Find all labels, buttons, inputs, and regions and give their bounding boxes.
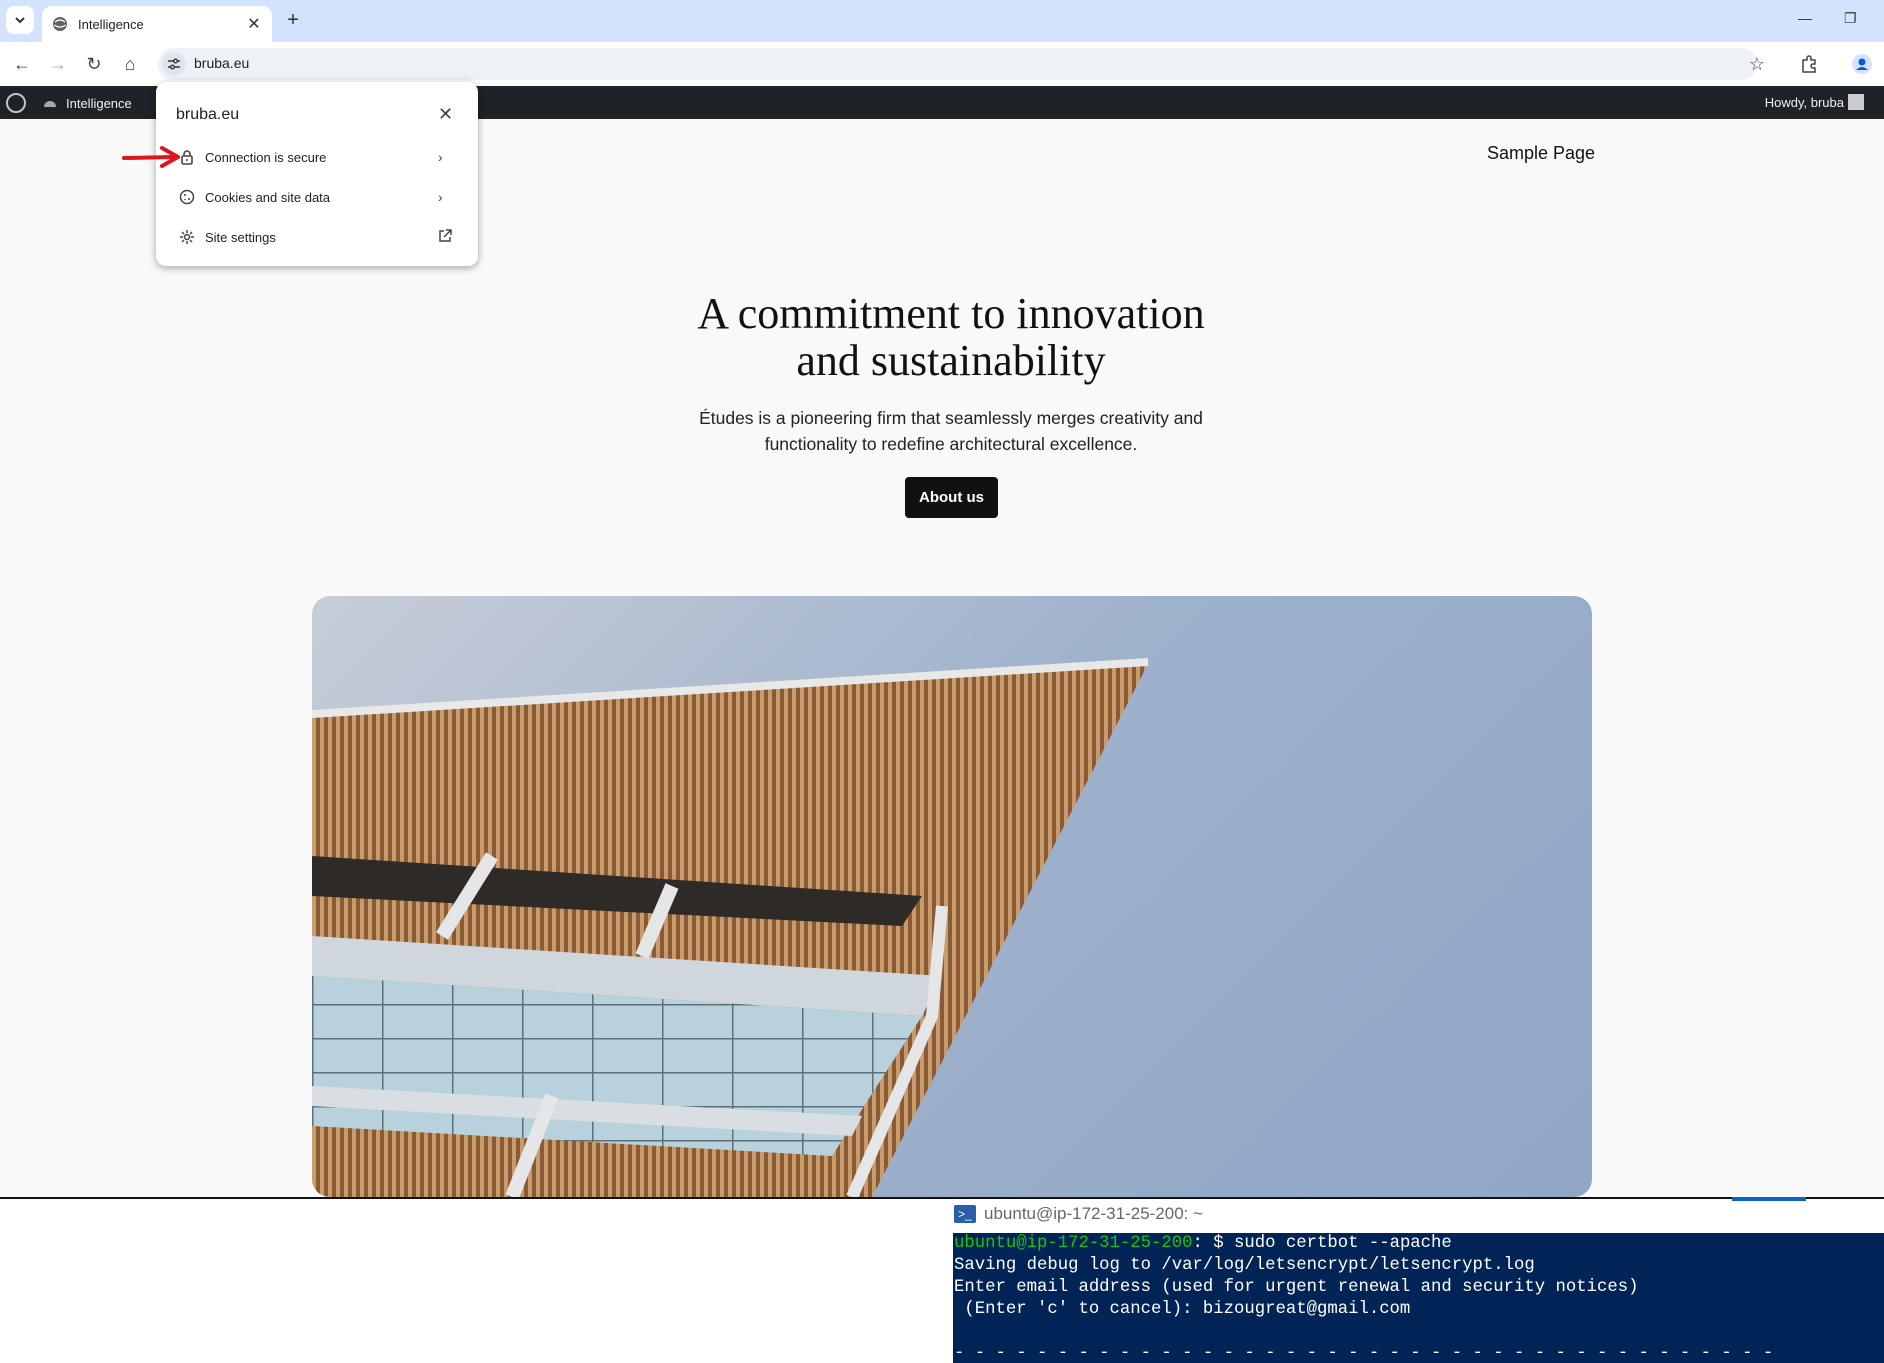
screen: Intelligence ✕ + — ❐ ← → ↻ ⌂ bruba.eu ☆ …: [0, 0, 1884, 1363]
terminal-prompt-user: ubuntu@ip-172-31-25-200: [954, 1234, 1193, 1253]
new-tab-button[interactable]: +: [283, 10, 303, 30]
hero-building-image: [312, 596, 1592, 1197]
profile-icon[interactable]: [1850, 52, 1874, 76]
tab-search-button[interactable]: [6, 6, 34, 34]
home-icon[interactable]: ⌂: [118, 52, 142, 76]
back-icon[interactable]: ←: [10, 52, 34, 76]
globe-icon: [53, 17, 67, 31]
browser-toolbar: ← → ↻ ⌂ bruba.eu ☆: [0, 42, 1884, 86]
bookmark-star-icon[interactable]: ☆: [1745, 52, 1769, 76]
reload-icon[interactable]: ↻: [82, 52, 106, 76]
cookies-label: Cookies and site data: [205, 189, 331, 205]
tab-close-icon[interactable]: ✕: [246, 14, 262, 34]
connection-secure-label: Connection is secure: [205, 149, 327, 165]
tab-title: Intelligence: [78, 16, 144, 32]
url-text[interactable]: bruba.eu: [194, 55, 249, 71]
terminal-titlebar[interactable]: >_ ubuntu@ip-172-31-25-200: ~: [954, 1204, 1203, 1224]
site-settings-item[interactable]: Site settings: [156, 218, 478, 256]
avatar-icon: [1852, 54, 1872, 74]
site-settings-label: Site settings: [205, 229, 276, 245]
cookie-icon: [178, 188, 196, 206]
terminal-line-1: ubuntu@ip-172-31-25-200: $ sudo certbot …: [954, 1233, 1883, 1255]
wordpress-logo-icon[interactable]: [6, 93, 26, 113]
chevron-down-icon: [15, 17, 25, 24]
admin-bar-site[interactable]: Intelligence: [42, 95, 132, 111]
hero-title: A commitment to innovation and sustainab…: [600, 290, 1302, 384]
tab-intelligence[interactable]: Intelligence ✕: [42, 6, 272, 42]
dashboard-icon: [44, 101, 56, 107]
admin-bar-site-name: Intelligence: [66, 95, 132, 111]
hero-sub-line2: functionality to redefine architectural …: [764, 434, 1138, 454]
chevron-right-icon: ›: [438, 149, 443, 165]
powershell-icon: >_: [954, 1205, 976, 1223]
annotation-arrow-icon: [122, 146, 180, 168]
address-bar[interactable]: bruba.eu: [158, 48, 1758, 80]
cookies-item[interactable]: Cookies and site data ›: [156, 178, 478, 216]
connection-secure-item[interactable]: Connection is secure ›: [156, 138, 478, 176]
hero-sub-line1: Études is a pioneering firm that seamles…: [699, 408, 1203, 428]
admin-bar-greeting[interactable]: Howdy, bruba: [1765, 95, 1844, 110]
puzzle-icon: [1802, 55, 1816, 73]
terminal-line-4: (Enter 'c' to cancel): bizougreat@gmail.…: [954, 1300, 1411, 1319]
minimize-button[interactable]: —: [1798, 10, 1812, 26]
terminal-output[interactable]: ubuntu@ip-172-31-25-200: $ sudo certbot …: [953, 1233, 1884, 1363]
tab-strip: Intelligence ✕ + — ❐: [0, 0, 1884, 42]
site-info-popup: bruba.eu ✕ Connection is secure › Cookie…: [156, 82, 478, 266]
extensions-icon[interactable]: [1797, 52, 1821, 76]
building-illustration: [312, 658, 1149, 1197]
restore-button[interactable]: ❐: [1844, 10, 1857, 27]
gear-icon: [178, 228, 196, 246]
terminal-line-6: - - - - - - - - - - - - - - - - - - - - …: [954, 1344, 1774, 1363]
admin-avatar[interactable]: [1848, 94, 1864, 110]
nav-sample-page[interactable]: Sample Page: [1487, 143, 1595, 164]
site-info-icon[interactable]: [162, 52, 186, 76]
open-external-icon: [438, 228, 452, 246]
hero-title-line1: A commitment to innovation: [697, 289, 1205, 338]
forward-icon[interactable]: →: [46, 52, 70, 76]
popup-domain: bruba.eu: [176, 106, 240, 123]
terminal-line-2: Saving debug log to /var/log/letsencrypt…: [954, 1256, 1535, 1275]
about-us-button[interactable]: About us: [905, 477, 998, 518]
chevron-right-icon: ›: [438, 189, 443, 205]
hero-subtitle: Études is a pioneering firm that seamles…: [640, 405, 1262, 457]
tune-icon: [168, 58, 180, 70]
terminal-line-3: Enter email address (used for urgent ren…: [954, 1278, 1639, 1297]
taskbar-indicator: [1732, 1197, 1806, 1201]
terminal-line-5: [954, 1321, 1883, 1343]
terminal-window-title: ubuntu@ip-172-31-25-200: ~: [984, 1204, 1204, 1223]
terminal-command: : $ sudo certbot --apache: [1192, 1234, 1452, 1253]
hero-title-line2: and sustainability: [796, 336, 1106, 385]
popup-close-icon[interactable]: ✕: [438, 104, 453, 125]
